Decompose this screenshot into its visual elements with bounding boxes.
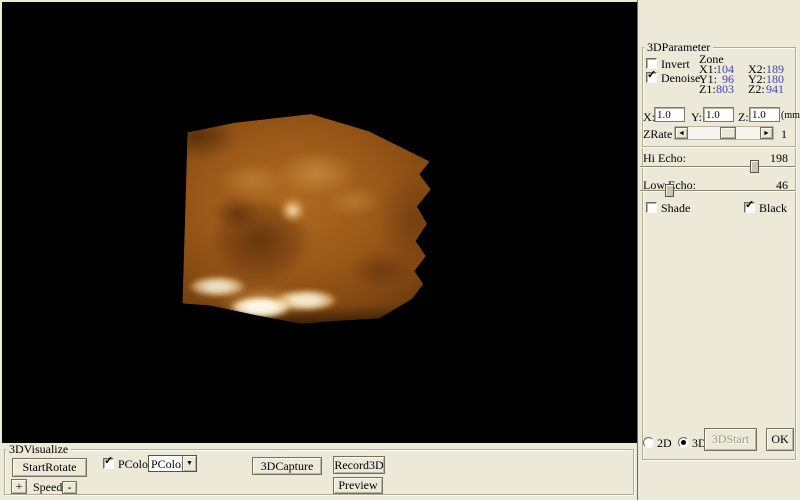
check-icon: ✓ bbox=[745, 200, 754, 211]
ultrasound-volume-render bbox=[180, 112, 432, 327]
low-echo-slider-track[interactable] bbox=[640, 190, 796, 192]
denoise-label: Denoise bbox=[661, 71, 700, 86]
scale-y-input[interactable] bbox=[703, 107, 734, 122]
speed-plus-button[interactable]: + bbox=[11, 479, 27, 494]
3dstart-button[interactable]: 3DStart bbox=[704, 428, 757, 451]
mode-3d-radio[interactable] bbox=[678, 437, 689, 448]
scroll-right-icon[interactable]: ► bbox=[760, 127, 773, 139]
zone-z2-value: 941 bbox=[764, 82, 784, 97]
zrate-scrollbar-thumb[interactable] bbox=[720, 127, 736, 139]
zrate-scrollbar[interactable]: ◄ ► bbox=[674, 126, 774, 140]
3dcapture-button[interactable]: 3DCapture bbox=[252, 457, 322, 475]
scale-x-input[interactable] bbox=[654, 107, 685, 122]
shade-label: Shade bbox=[661, 201, 690, 216]
scroll-left-icon[interactable]: ◄ bbox=[675, 127, 688, 139]
pcolor-label: PColor bbox=[118, 457, 152, 472]
denoise-checkbox[interactable]: ✓ bbox=[646, 72, 657, 83]
scale-z-label: Z: bbox=[738, 110, 749, 125]
3d-viewport[interactable] bbox=[2, 2, 637, 443]
zrate-label: ZRate bbox=[643, 127, 672, 142]
hi-echo-slider-track[interactable] bbox=[640, 166, 796, 168]
record3d-button[interactable]: Record3D bbox=[333, 456, 385, 474]
visualize-group-title: 3DVisualize bbox=[6, 443, 71, 455]
invert-checkbox[interactable] bbox=[646, 58, 657, 69]
shade-checkbox[interactable] bbox=[646, 202, 657, 213]
pcolor-dropdown-value: PColor bbox=[151, 457, 185, 472]
scale-z-input[interactable] bbox=[749, 107, 780, 122]
chevron-down-icon[interactable]: ▼ bbox=[182, 456, 196, 471]
low-echo-slider-thumb[interactable] bbox=[665, 184, 674, 197]
invert-label: Invert bbox=[661, 57, 690, 72]
mode-2d-label: 2D bbox=[657, 436, 672, 451]
check-icon: ✓ bbox=[104, 456, 113, 467]
parameter-panel: 3DParameter Invert ✓ Denoise Zone X1: 10… bbox=[637, 0, 800, 500]
zrate-value: 1 bbox=[781, 127, 787, 142]
pcolor-dropdown[interactable]: PColor ▼ bbox=[148, 455, 197, 472]
app-window: 3DParameter Invert ✓ Denoise Zone X1: 10… bbox=[0, 0, 800, 500]
start-rotate-button[interactable]: StartRotate bbox=[12, 458, 87, 477]
black-label: Black bbox=[759, 201, 787, 216]
scale-y-label: Y: bbox=[691, 110, 702, 125]
scale-unit-label: (mm/p) bbox=[781, 110, 800, 121]
hi-echo-slider-thumb[interactable] bbox=[750, 160, 759, 173]
hi-echo-label: Hi Echo: bbox=[643, 151, 686, 166]
separator bbox=[642, 146, 796, 148]
black-checkbox[interactable]: ✓ bbox=[744, 202, 755, 213]
ultrasound-texture bbox=[172, 104, 440, 335]
zone-z1-value: 803 bbox=[714, 82, 734, 97]
radio-dot-icon bbox=[681, 440, 686, 445]
ok-button[interactable]: OK bbox=[766, 428, 794, 451]
check-icon: ✓ bbox=[647, 70, 656, 81]
mode-2d-radio[interactable] bbox=[643, 437, 654, 448]
visualize-panel: 3DVisualize StartRotate + Speed - ✓ PCol… bbox=[0, 443, 637, 500]
speed-minus-button[interactable]: - bbox=[62, 481, 77, 494]
pcolor-checkbox[interactable]: ✓ bbox=[103, 458, 114, 469]
zone-z2-label: Z2: bbox=[748, 82, 765, 97]
preview-button[interactable]: Preview bbox=[333, 477, 383, 494]
speed-label: Speed bbox=[33, 480, 62, 495]
